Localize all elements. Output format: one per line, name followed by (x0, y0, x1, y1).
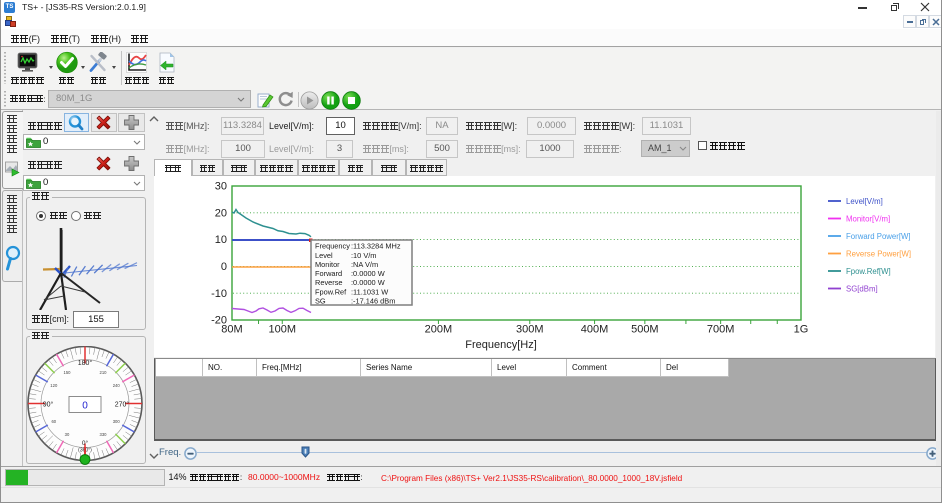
svg-text:Fpow.Ref: Fpow.Ref (315, 287, 347, 296)
svg-text:30: 30 (215, 181, 227, 193)
svg-text::0.0000 W: :0.0000 W (351, 278, 385, 287)
svg-text::113.3284 MHz: :113.3284 MHz (351, 242, 401, 251)
svg-text:80M: 80M (221, 324, 242, 336)
svg-text:100M: 100M (269, 324, 297, 336)
svg-text:270°: 270° (115, 401, 130, 409)
svg-text:200M: 200M (425, 324, 453, 336)
svg-text:Reverse Power[W]: Reverse Power[W] (846, 249, 911, 258)
svg-text:180°: 180° (78, 359, 93, 367)
svg-text:150: 150 (64, 370, 72, 375)
svg-text:Fpow.Ref[W]: Fpow.Ref[W] (846, 267, 891, 276)
svg-text:500M: 500M (631, 324, 659, 336)
svg-text:90°: 90° (43, 401, 54, 409)
svg-text:240: 240 (113, 383, 121, 388)
svg-text:300M: 300M (516, 324, 544, 336)
svg-text:Reverse: Reverse (315, 278, 343, 287)
svg-text:-10: -10 (211, 288, 227, 300)
svg-text:330: 330 (100, 432, 108, 437)
svg-text:SG[dBm]: SG[dBm] (846, 284, 878, 293)
svg-text:700M: 700M (707, 324, 735, 336)
svg-text:20: 20 (215, 207, 227, 219)
svg-text:210: 210 (100, 370, 108, 375)
svg-text:1G: 1G (794, 324, 809, 336)
svg-text:Monitor: Monitor (315, 260, 340, 269)
svg-text::-17.146 dBm: :-17.146 dBm (351, 297, 395, 306)
svg-text:400M: 400M (581, 324, 609, 336)
svg-text:Forward: Forward (315, 269, 342, 278)
svg-text:Level[V/m]: Level[V/m] (846, 197, 883, 206)
svg-text:300: 300 (113, 419, 121, 424)
svg-text:120: 120 (50, 383, 58, 388)
svg-text:0°: 0° (82, 439, 89, 447)
svg-text:Monitor[V/m]: Monitor[V/m] (846, 214, 890, 223)
svg-text:Forward Power[W]: Forward Power[W] (846, 232, 911, 241)
svg-text:SG: SG (315, 297, 326, 306)
svg-text:Frequency: Frequency (315, 242, 350, 251)
svg-text:0: 0 (82, 401, 88, 412)
svg-text:0: 0 (221, 261, 227, 273)
svg-text:30: 30 (65, 432, 70, 437)
svg-text:Level: Level (315, 251, 333, 260)
svg-text::10 V/m: :10 V/m (351, 251, 376, 260)
svg-text::NA V/m: :NA V/m (351, 260, 378, 269)
svg-text:Frequency[Hz]: Frequency[Hz] (465, 339, 537, 351)
svg-text:60: 60 (51, 419, 56, 424)
svg-text::0.0000 W: :0.0000 W (351, 269, 385, 278)
svg-text::11.1031 W: :11.1031 W (351, 287, 388, 296)
svg-text:10: 10 (215, 234, 227, 246)
